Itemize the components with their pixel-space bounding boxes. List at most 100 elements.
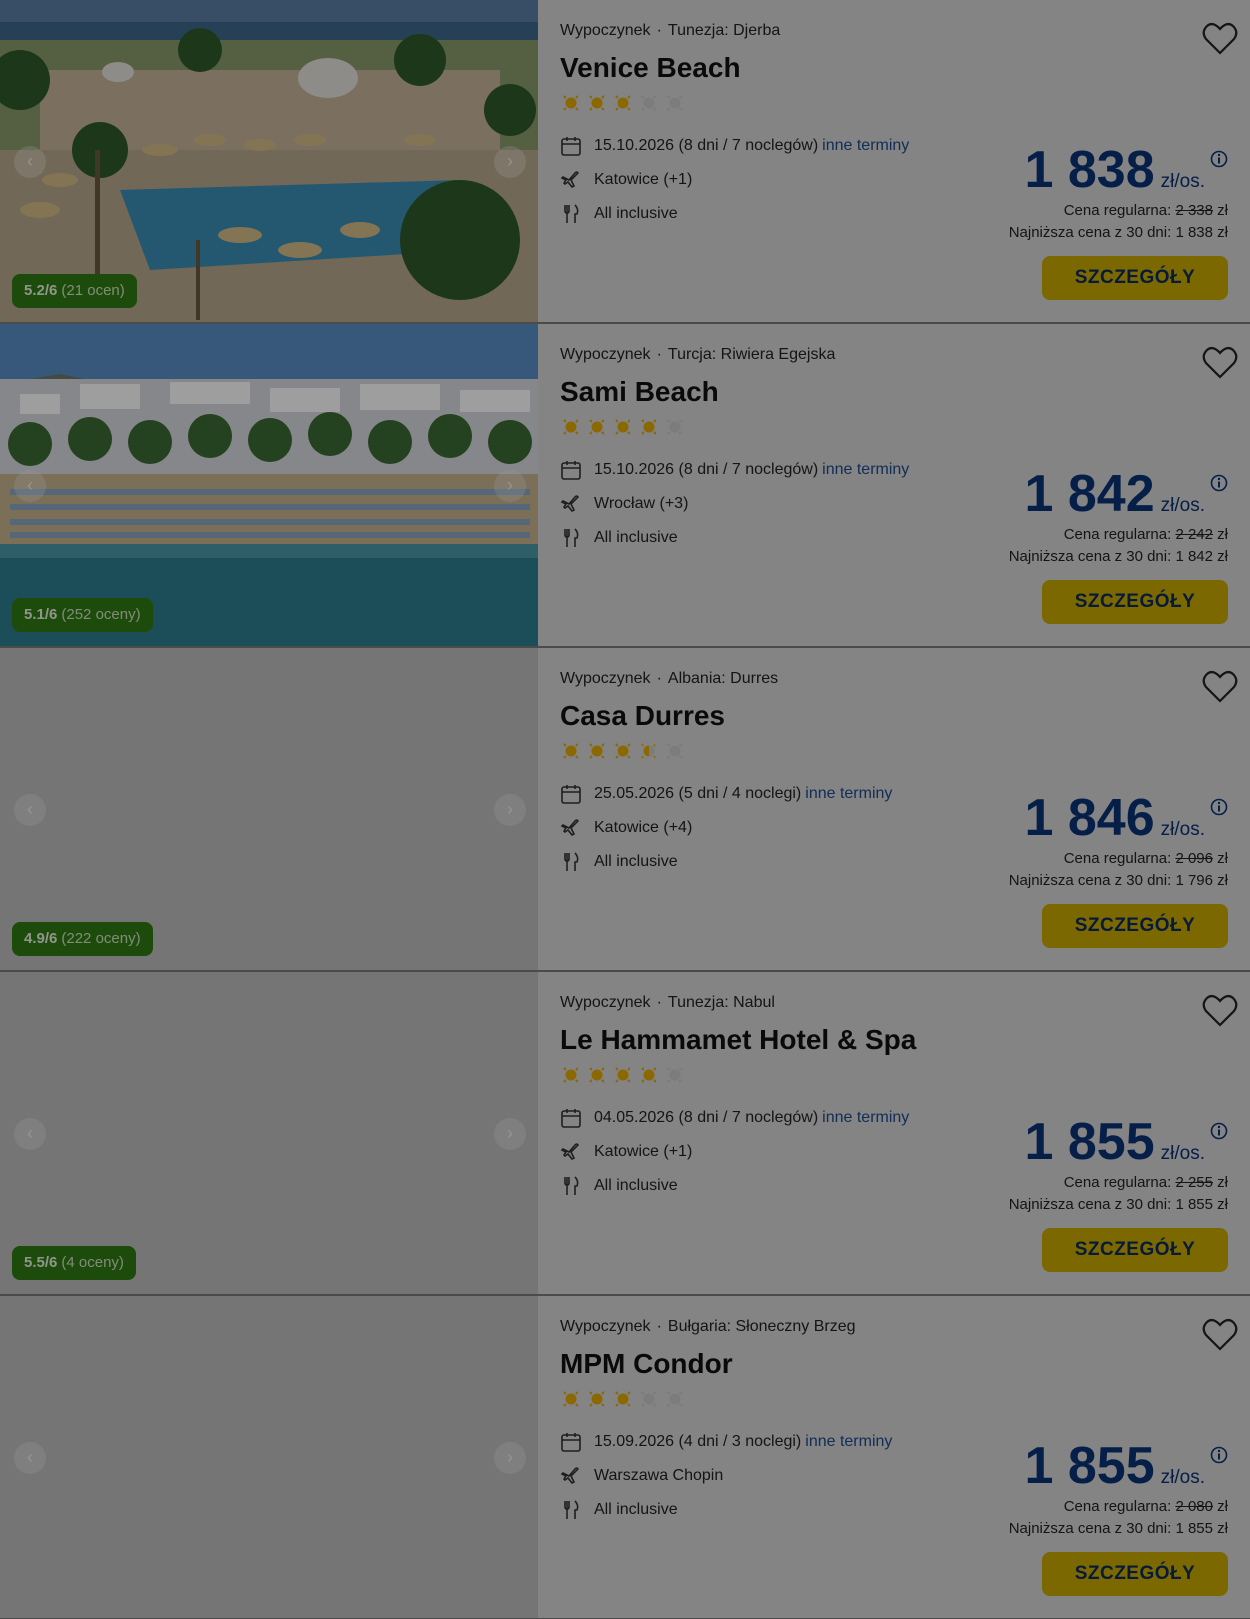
other-dates-link[interactable]: inne terminy — [822, 137, 909, 154]
hotel-photo-placeholder[interactable]: ‹ › — [0, 1296, 538, 1618]
hotel-photo[interactable]: ‹ › 5.1/6 (252 oceny) — [0, 324, 538, 646]
details-button[interactable]: SZCZEGÓŁY — [1042, 1552, 1228, 1596]
fork-knife-icon — [560, 1499, 582, 1521]
offer-info: Wypoczynek · Tunezja: Nabul Le Hammamet Ho… — [560, 972, 1250, 1294]
hotel-name[interactable]: Venice Beach — [560, 52, 741, 84]
regular-price: Cena regularna: 2 255 zł — [1064, 1174, 1228, 1191]
price: 1 855 zł/os. — [1025, 1114, 1206, 1182]
calendar-icon — [560, 1431, 582, 1453]
offer-date: 15.09.2026 (4 dni / 3 noclegi) — [594, 1433, 802, 1450]
hotel-name[interactable]: Casa Durres — [560, 700, 725, 732]
star-rating — [560, 92, 690, 116]
heart-icon[interactable] — [1202, 994, 1238, 1028]
date-row: 04.05.2026 (8 dni / 7 noclegów) inne term… — [560, 1106, 909, 1130]
currency: zł — [1217, 526, 1228, 543]
photo-prev-button[interactable]: ‹ — [14, 146, 46, 178]
details-button[interactable]: SZCZEGÓŁY — [1042, 904, 1228, 948]
star-icon — [560, 1064, 586, 1088]
photo-prev-button[interactable]: ‹ — [14, 794, 46, 826]
photo-prev-button[interactable]: ‹ — [14, 470, 46, 502]
star-icon — [586, 416, 612, 440]
star-icon — [638, 92, 664, 116]
star-icon — [612, 416, 638, 440]
regular-price-label: Cena regularna: — [1063, 202, 1172, 219]
lowest-price-value: 1 855 zł — [1175, 1520, 1228, 1537]
calendar-icon — [560, 135, 582, 157]
offer-location: Turcja: Riwiera Egejska — [667, 346, 836, 363]
star-icon — [586, 1064, 612, 1088]
offer-category: Wypoczynek — [560, 1318, 651, 1335]
rating-score: 5.2/6 — [24, 282, 58, 299]
details-button[interactable]: SZCZEGÓŁY — [1042, 256, 1228, 300]
hotel-photo[interactable]: ‹ › 5.2/6 (21 ocen) — [0, 0, 538, 322]
info-icon[interactable] — [1210, 150, 1228, 168]
plane-icon — [560, 1141, 582, 1163]
calendar-icon — [560, 1107, 582, 1129]
photo-next-button[interactable]: › — [494, 146, 526, 178]
star-icon — [560, 92, 586, 116]
offer-category: Wypoczynek — [560, 994, 651, 1011]
hotel-photo-placeholder[interactable]: ‹ › 5.5/6 (4 oceny) — [0, 972, 538, 1294]
fork-knife-icon — [560, 1175, 582, 1197]
details-button[interactable]: SZCZEGÓŁY — [1042, 580, 1228, 624]
calendar-icon — [560, 459, 582, 481]
hotel-name[interactable]: Le Hammamet Hotel & Spa — [560, 1024, 916, 1056]
star-icon — [612, 1388, 638, 1412]
lowest-price-label: Najniższa cena z 30 dni: — [1008, 224, 1172, 241]
info-icon[interactable] — [1210, 798, 1228, 816]
regular-price: Cena regularna: 2 242 zł — [1064, 526, 1228, 543]
photo-prev-button[interactable]: ‹ — [14, 1118, 46, 1150]
other-dates-link[interactable]: inne terminy — [822, 461, 909, 478]
photo-prev-button[interactable]: ‹ — [14, 1442, 46, 1474]
offer-card[interactable]: ‹ › 5.2/6 (21 ocen) Wypoczynek · Tunezja: D… — [0, 0, 1250, 322]
other-dates-link[interactable]: inne terminy — [822, 1109, 909, 1126]
price-unit: zł/os. — [1160, 1467, 1205, 1488]
photo-next-button[interactable]: › — [494, 470, 526, 502]
departure-city: Wrocław (+3) — [594, 495, 689, 512]
offer-info: Wypoczynek · Tunezja: Djerba Venice Beach … — [560, 0, 1250, 322]
info-icon[interactable] — [1210, 1446, 1228, 1464]
plane-icon — [560, 817, 582, 839]
board-type: All inclusive — [594, 529, 678, 546]
heart-icon[interactable] — [1202, 1318, 1238, 1352]
photo-next-button[interactable]: › — [494, 1118, 526, 1150]
details-button[interactable]: SZCZEGÓŁY — [1042, 1228, 1228, 1272]
lowest-price-label: Najniższa cena z 30 dni: — [1008, 548, 1172, 565]
hotel-photo-placeholder[interactable]: ‹ › 4.9/6 (222 oceny) — [0, 648, 538, 970]
plane-icon — [560, 493, 582, 515]
regular-price: Cena regularna: 2 096 zł — [1064, 850, 1228, 867]
price-amount: 1 842 — [1024, 465, 1155, 523]
hotel-name[interactable]: Sami Beach — [560, 376, 719, 408]
hotel-name[interactable]: MPM Condor — [560, 1348, 733, 1380]
heart-icon[interactable] — [1202, 22, 1238, 56]
offer-card[interactable]: ‹ › 4.9/6 (222 oceny) Wypoczynek · Albania:… — [0, 648, 1250, 970]
board-type: All inclusive — [594, 853, 678, 870]
lowest-price-label: Najniższa cena z 30 dni: — [1008, 1196, 1172, 1213]
fork-knife-icon — [560, 203, 582, 225]
offer-date: 15.10.2026 (8 dni / 7 noclegów) — [594, 461, 819, 478]
board-type: All inclusive — [594, 1177, 678, 1194]
other-dates-link[interactable]: inne terminy — [805, 785, 892, 802]
offer-card[interactable]: ‹ › Wypoczynek · Bułgaria: Słoneczny Brzeg… — [0, 1296, 1250, 1618]
offer-card[interactable]: ‹ › 5.5/6 (4 oceny) Wypoczynek · Tunezja: N… — [0, 972, 1250, 1294]
offer-card[interactable]: ‹ › 5.1/6 (252 oceny) Wypoczynek · Turcja: … — [0, 324, 1250, 646]
currency: zł — [1217, 850, 1228, 867]
lowest-price: Najniższa cena z 30 dni: 1 855 zł — [1009, 1196, 1228, 1213]
plane-icon — [560, 1465, 582, 1487]
info-icon[interactable] — [1210, 1122, 1228, 1140]
offer-location: Tunezja: Nabul — [667, 994, 775, 1011]
other-dates-link[interactable]: inne terminy — [805, 1433, 892, 1450]
breadcrumb: Wypoczynek · Tunezja: Djerba — [560, 22, 780, 40]
heart-icon[interactable] — [1202, 670, 1238, 704]
heart-icon[interactable] — [1202, 346, 1238, 380]
offer-location: Albania: Durres — [667, 670, 779, 687]
photo-next-button[interactable]: › — [494, 1442, 526, 1474]
rating-count: (21 ocen) — [61, 282, 125, 299]
departure-row: Katowice (+1) — [560, 1140, 692, 1164]
photo-next-button[interactable]: › — [494, 794, 526, 826]
star-icon — [560, 740, 586, 764]
lowest-price-label: Najniższa cena z 30 dni: — [1008, 872, 1172, 889]
date-row: 15.10.2026 (8 dni / 7 noclegów) inne term… — [560, 458, 909, 482]
info-icon[interactable] — [1210, 474, 1228, 492]
price: 1 855 zł/os. — [1025, 1438, 1206, 1506]
